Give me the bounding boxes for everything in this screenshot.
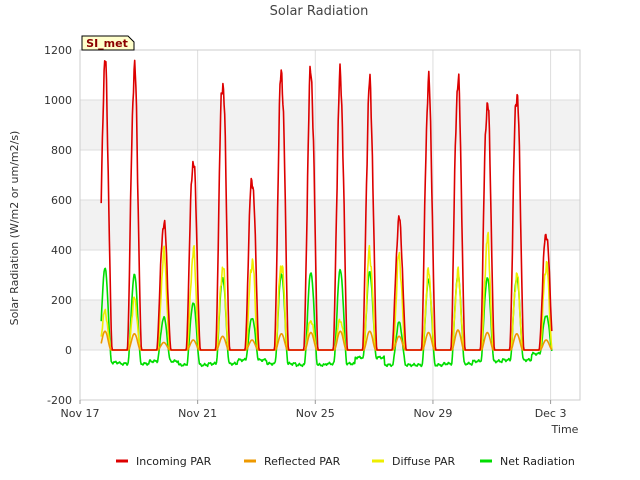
background-band bbox=[80, 350, 580, 400]
background-band bbox=[80, 300, 580, 350]
x-tick-label: Nov 29 bbox=[413, 407, 452, 420]
x-tick-label: Nov 25 bbox=[296, 407, 335, 420]
x-tick-label: Nov 21 bbox=[178, 407, 217, 420]
legend-item: Diffuse PAR bbox=[372, 455, 456, 468]
legend-item: Net Radiation bbox=[480, 455, 575, 468]
y-tick-label: 1000 bbox=[44, 94, 72, 107]
legend-label: Diffuse PAR bbox=[392, 455, 456, 468]
y-tick-label: 600 bbox=[51, 194, 72, 207]
legend-label: Net Radiation bbox=[500, 455, 575, 468]
y-axis-ticks: -200 0 200 400 600 800 1000 1200 bbox=[44, 44, 72, 407]
x-tick-label: Nov 17 bbox=[61, 407, 100, 420]
y-tick-label: 200 bbox=[51, 294, 72, 307]
background-band bbox=[80, 250, 580, 300]
y-tick-label: 800 bbox=[51, 144, 72, 157]
background-band bbox=[80, 200, 580, 250]
station-label: SI_met bbox=[86, 37, 128, 50]
legend-item: Incoming PAR bbox=[116, 455, 212, 468]
background-band bbox=[80, 50, 580, 100]
legend-label: Incoming PAR bbox=[136, 455, 212, 468]
x-tick-label: Dec 3 bbox=[535, 407, 567, 420]
legend-item: Reflected PAR bbox=[244, 455, 341, 468]
x-axis-label: Time bbox=[551, 423, 579, 436]
chart-title: Solar Radiation bbox=[270, 4, 369, 19]
x-axis-ticks: Nov 17 Nov 21 Nov 25 Nov 29 Dec 3 bbox=[61, 400, 567, 420]
y-axis-label: Solar Radiation (W/m2 or um/m2/s) bbox=[8, 131, 21, 326]
y-tick-label: 400 bbox=[51, 244, 72, 257]
solar-radiation-chart: -200020040060080010001200 Nov 17 Nov 21 No… bbox=[8, 4, 581, 468]
legend-label: Reflected PAR bbox=[264, 455, 341, 468]
background-band bbox=[80, 150, 580, 200]
y-tick-label: 0 bbox=[65, 344, 72, 357]
background-band bbox=[80, 100, 580, 150]
background-bands bbox=[80, 50, 580, 400]
y-tick-label: 1200 bbox=[44, 44, 72, 57]
station-badge: SI_met bbox=[81, 35, 135, 51]
legend: Incoming PAR Reflected PAR Diffuse PAR Net … bbox=[116, 455, 575, 468]
y-tick-label: -200 bbox=[47, 394, 72, 407]
